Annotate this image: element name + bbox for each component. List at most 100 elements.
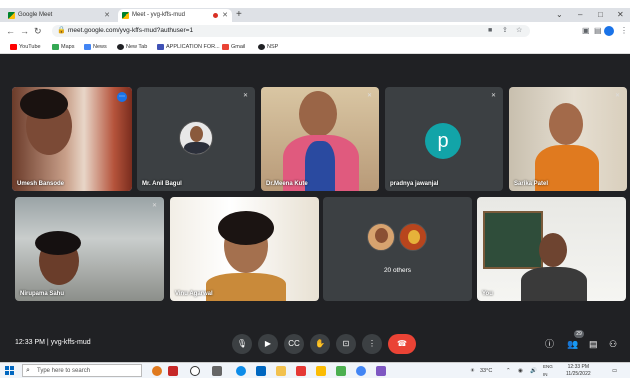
chat-icon[interactable]: ▤ <box>589 338 598 350</box>
mic-off-icon: ✕ <box>366 93 373 99</box>
tray-expand-icon[interactable]: ⌃ <box>506 363 511 379</box>
network-icon[interactable]: ◉ <box>518 363 523 379</box>
reload-icon[interactable]: ↻ <box>34 25 42 37</box>
menu-kebab-icon[interactable]: ⋮ <box>620 25 628 37</box>
share-icon[interactable]: ⇪ <box>502 25 508 37</box>
windows-start-icon[interactable] <box>5 366 14 375</box>
close-tab-icon[interactable]: ✕ <box>222 9 228 22</box>
meeting-code: yvg-kffs-mud <box>50 339 91 346</box>
mic-off-icon: ✕ <box>614 93 621 99</box>
minimize-button[interactable]: – <box>578 8 582 22</box>
clock-time: 12:33 PM <box>567 364 590 370</box>
microphone-button[interactable]: 🎙 <box>232 334 252 354</box>
more-options-button[interactable]: ⋮ <box>362 334 382 354</box>
language-indicator[interactable]: ENG IN <box>543 363 553 379</box>
participant-initial-avatar: p <box>425 123 461 159</box>
participant-tile[interactable]: ⋯ Umesh Bansode <box>12 87 132 191</box>
participant-face <box>299 91 337 137</box>
tab-meet-call[interactable]: Meet - yvg-kffs-mud ✕ <box>118 9 232 22</box>
other-participant-avatar <box>399 223 427 251</box>
file-explorer-icon[interactable] <box>276 366 286 376</box>
widgets-icon[interactable] <box>212 366 222 376</box>
bookmark-youtube[interactable]: YouTube <box>10 41 41 53</box>
volume-icon[interactable]: 🔊 <box>530 363 537 379</box>
captions-button[interactable]: CC <box>284 334 304 354</box>
meeting-info-icon[interactable]: ⓘ <box>545 338 554 350</box>
participant-profile-photo <box>179 121 213 155</box>
taskbar-clock[interactable]: 12:33 PM 11/25/2022 <box>566 364 591 378</box>
others-tile[interactable]: 20 others <box>323 197 472 301</box>
weather-temperature[interactable]: 33°C <box>480 363 492 379</box>
task-view-icon[interactable] <box>190 366 200 376</box>
other-participant-avatar <box>367 223 395 251</box>
store-icon[interactable] <box>256 366 266 376</box>
meet-favicon-icon <box>122 12 129 19</box>
app-icon[interactable] <box>336 366 346 376</box>
cortana-icon[interactable] <box>152 366 162 376</box>
bookmark-maps[interactable]: Maps <box>52 41 74 53</box>
globe-icon <box>117 44 124 50</box>
edge-icon[interactable] <box>236 366 246 376</box>
extension-icon[interactable]: ▣ <box>582 25 590 37</box>
tab-label: Meet - yvg-kffs-mud <box>132 12 185 18</box>
close-window-button[interactable]: ✕ <box>617 8 624 22</box>
app-icon[interactable] <box>168 366 178 376</box>
mic-off-icon: ✕ <box>151 203 158 209</box>
mic-off-icon: ✕ <box>242 93 249 99</box>
taskbar-search-input[interactable]: ⌕ Type here to search <box>22 364 142 377</box>
profile-avatar[interactable] <box>604 26 614 36</box>
present-button[interactable]: ⊡ <box>336 334 356 354</box>
back-arrow-icon[interactable]: ← <box>6 25 15 37</box>
participant-tile[interactable]: ✕ Nirupama Sahu <box>15 197 164 301</box>
notifications-icon[interactable]: ▭ <box>612 363 617 379</box>
tab-search-icon[interactable]: ⌄ <box>556 8 563 22</box>
media-icon[interactable] <box>296 366 306 376</box>
meeting-details: 12:33 PM | yvg-kffs-mud <box>15 339 91 346</box>
search-icon: ⌕ <box>26 367 30 374</box>
bookmark-star-icon[interactable]: ☆ <box>516 25 522 37</box>
participant-hair <box>20 89 68 119</box>
raise-hand-button[interactable]: ✋ <box>310 334 330 354</box>
app-icon[interactable] <box>376 366 386 376</box>
bookmark-news[interactable]: News <box>84 41 107 53</box>
windows-taskbar: ⌕ Type here to search ☀ 33°C ⌃ ◉ 🔊 ENG I… <box>0 362 630 378</box>
camera-button[interactable]: ▶ <box>258 334 278 354</box>
gmail-icon <box>222 44 229 50</box>
bookmark-nsp[interactable]: NSP <box>258 41 278 53</box>
participant-tile-self[interactable]: You <box>477 197 626 301</box>
clock-date: 11/25/2022 <box>566 371 591 377</box>
bookmark-application[interactable]: APPLICATION FOR... <box>157 41 220 53</box>
people-icon[interactable]: 👥 <box>567 338 578 350</box>
participant-face <box>539 233 567 267</box>
leave-call-button[interactable]: ☎ <box>388 334 416 354</box>
bookmark-new-tab[interactable]: New Tab <box>117 41 147 53</box>
recording-dot-icon <box>213 13 218 18</box>
participant-name: You <box>482 291 493 297</box>
meeting-time: 12:33 PM <box>15 339 45 346</box>
participant-tile[interactable]: ✕ Dr.Meena Kute <box>261 87 379 191</box>
participant-tile[interactable]: Vinu Agarwal <box>170 197 319 301</box>
bookmark-gmail[interactable]: Gmail <box>222 41 245 53</box>
address-bar-row: ← → ↻ 🔒 meet.google.com/yvg-kffs-mud?aut… <box>0 22 630 40</box>
participant-name: pradnya jawanjal <box>390 181 439 187</box>
camera-in-use-icon[interactable]: ■ <box>488 25 492 37</box>
others-count-label: 20 others <box>383 267 412 274</box>
participant-tile[interactable]: p ✕ pradnya jawanjal <box>385 87 503 191</box>
maximize-button[interactable]: □ <box>598 8 603 22</box>
weather-icon[interactable]: ☀ <box>470 363 475 379</box>
sidebar-icon[interactable]: ▤ <box>594 25 602 37</box>
youtube-icon <box>10 44 17 50</box>
url-field[interactable]: 🔒 meet.google.com/yvg-kffs-mud?authuser=… <box>52 25 530 37</box>
participant-tile[interactable]: ✕ Sarika Patel <box>509 87 627 191</box>
bookmarks-bar: YouTube Maps News New Tab APPLICATION FO… <box>0 40 630 54</box>
participant-tile[interactable]: ✕ Mr. Anil Bagul <box>137 87 255 191</box>
blackboard <box>483 211 543 269</box>
forward-arrow-icon[interactable]: → <box>20 25 29 37</box>
participant-name: Vinu Agarwal <box>175 291 213 297</box>
new-tab-button[interactable]: + <box>236 8 242 22</box>
close-tab-icon[interactable]: ✕ <box>104 9 110 22</box>
chrome-icon[interactable] <box>356 366 366 376</box>
activities-icon[interactable]: ⚇ <box>609 338 617 350</box>
tab-google-meet[interactable]: Google Meet ✕ <box>4 9 114 22</box>
app-icon[interactable] <box>316 366 326 376</box>
